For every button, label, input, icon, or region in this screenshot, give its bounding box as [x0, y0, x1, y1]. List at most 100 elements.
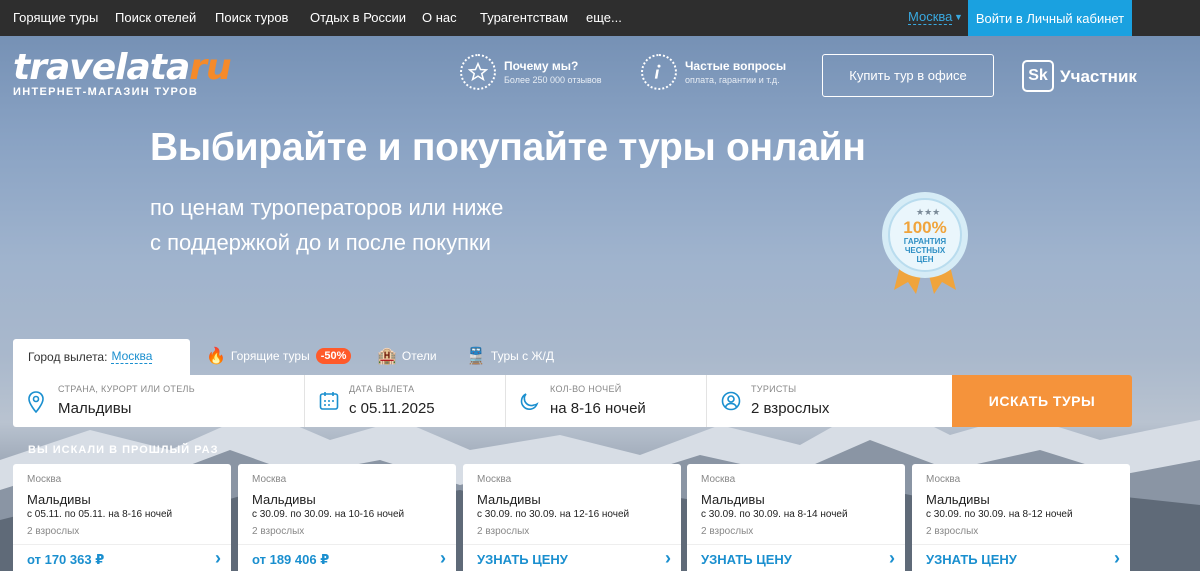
chevron-right-icon[interactable]: ›	[1114, 548, 1120, 569]
departure-date-field[interactable]: ДАТА ВЫЛЕТА с 05.11.2025	[304, 375, 505, 427]
card-divider	[238, 544, 456, 545]
card-price[interactable]: УЗНАТЬ ЦЕНУ	[477, 552, 568, 567]
seal-line-3: ЧЕСТНЫХ	[905, 246, 946, 255]
nav-hotel-search[interactable]: Поиск отелей	[115, 10, 196, 25]
card-tourists: 2 взрослых	[926, 526, 979, 537]
departure-city-value[interactable]: Москва	[111, 350, 153, 364]
svg-text:★★★: ★★★	[916, 208, 940, 218]
card-destination: Мальдивы	[477, 492, 541, 507]
discount-badge: -50%	[315, 348, 352, 364]
hotel-icon: 🏨	[377, 348, 397, 365]
nav-about[interactable]: О нас	[422, 10, 457, 25]
card-destination: Мальдивы	[252, 492, 316, 507]
card-departure-city: Москва	[477, 474, 512, 485]
tourists-label: ТУРИСТЫ	[751, 384, 797, 394]
faq-subtitle: оплата, гарантии и т.д.	[685, 75, 780, 85]
destination-label: СТРАНА, КУРОРТ ИЛИ ОТЕЛЬ	[58, 384, 195, 394]
user-icon	[721, 391, 741, 411]
card-divider	[13, 544, 231, 545]
chevron-right-icon[interactable]: ›	[440, 548, 446, 569]
card-departure-city: Москва	[27, 474, 62, 485]
tab-hot-tours[interactable]: 🔥 Горящие туры -50%	[206, 346, 352, 366]
faq-title: Частые вопросы	[685, 59, 787, 73]
faq-block[interactable]: Частые вопросы оплата, гарантии и т.д.	[641, 54, 786, 90]
moon-icon	[520, 393, 539, 410]
card-price[interactable]: от 170 363 ₽	[27, 552, 104, 568]
recent-searches-heading: ВЫ ИСКАЛИ В ПРОШЛЫЙ РАЗ	[28, 444, 219, 456]
card-destination: Мальдивы	[926, 492, 990, 507]
hero-subtitle-1: по ценам туроператоров или ниже	[150, 195, 504, 220]
tab-hotels[interactable]: 🏨 Отели	[377, 346, 437, 366]
card-dates: с 05.11. по 05.11. на 8-16 ночей	[27, 509, 173, 520]
card-divider	[912, 544, 1130, 545]
tab-rail-tours[interactable]: 🚆 Туры с Ж/Д	[466, 346, 554, 366]
departure-date-value: с 05.11.2025	[349, 400, 435, 417]
card-tourists: 2 взрослых	[27, 526, 80, 537]
chevron-right-icon[interactable]: ›	[665, 548, 671, 569]
nights-value: на 8-16 ночей	[550, 400, 646, 417]
tab-hot-tours-label: Горящие туры	[230, 349, 310, 363]
seal-line-2: ГАРАНТИЯ	[904, 237, 947, 246]
logo-tagline: ИНТЕРНЕТ-МАГАЗИН ТУРОВ	[13, 86, 199, 98]
chevron-right-icon[interactable]: ›	[889, 548, 895, 569]
hero-title: Выбирайте и покупайте туры онлайн	[150, 126, 866, 169]
nav-more[interactable]: еще...	[586, 10, 622, 25]
card-divider	[687, 544, 905, 545]
card-dates: с 30.09. по 30.09. на 8-14 ночей	[701, 509, 848, 520]
nav-agencies[interactable]: Турагентствам	[480, 10, 568, 25]
tourists-field[interactable]: ТУРИСТЫ 2 взрослых	[706, 375, 952, 427]
card-price[interactable]: УЗНАТЬ ЦЕНУ	[701, 552, 792, 567]
card-tourists: 2 взрослых	[701, 526, 754, 537]
fire-icon: 🔥	[206, 348, 226, 365]
recent-search-card[interactable]: Москва Мальдивы с 30.09. по 30.09. на 10…	[238, 464, 456, 571]
why-us-title: Почему мы?	[504, 59, 579, 73]
recent-search-card[interactable]: Москва Мальдивы с 05.11. по 05.11. на 8-…	[13, 464, 231, 571]
login-button[interactable]: Войти в Личный кабинет	[968, 0, 1132, 36]
calendar-icon	[319, 392, 339, 410]
card-departure-city: Москва	[926, 474, 961, 485]
why-us-subtitle: Более 250 000 отзывов	[504, 75, 602, 85]
destination-value: Мальдивы	[58, 400, 132, 417]
search-form: СТРАНА, КУРОРТ ИЛИ ОТЕЛЬ Мальдивы ДАТА В…	[13, 375, 952, 427]
card-dates: с 30.09. по 30.09. на 12-16 ночей	[477, 509, 630, 520]
logo-wordmark: travelataru	[13, 47, 232, 88]
card-price[interactable]: УЗНАТЬ ЦЕНУ	[926, 552, 1017, 567]
price-guarantee-seal: ★★★ 100% ГАРАНТИЯ ЧЕСТНЫХ ЦЕН	[882, 192, 968, 294]
departure-city-label: Город вылета:	[28, 350, 108, 364]
train-icon: 🚆	[466, 348, 486, 365]
card-destination: Мальдивы	[701, 492, 765, 507]
top-nav-bar: Горящие туры Поиск отелей Поиск туров От…	[0, 0, 1200, 36]
why-us-block[interactable]: Почему мы? Более 250 000 отзывов	[460, 54, 602, 90]
tourists-value: 2 взрослых	[751, 400, 830, 417]
seal-line-4: ЦЕН	[917, 255, 934, 264]
departure-city-tab[interactable]: Город вылета: Москва	[13, 339, 190, 375]
nav-hot-tours[interactable]: Горящие туры	[13, 10, 98, 25]
recent-search-card[interactable]: Москва Мальдивы с 30.09. по 30.09. на 12…	[463, 464, 681, 571]
card-tourists: 2 взрослых	[252, 526, 305, 537]
chevron-right-icon[interactable]: ›	[215, 548, 221, 569]
destination-field[interactable]: СТРАНА, КУРОРТ ИЛИ ОТЕЛЬ Мальдивы	[13, 375, 304, 427]
card-price[interactable]: от 189 406 ₽	[252, 552, 329, 568]
recent-search-card[interactable]: Москва Мальдивы с 30.09. по 30.09. на 8-…	[912, 464, 1130, 571]
card-tourists: 2 взрослых	[477, 526, 530, 537]
nav-tour-search[interactable]: Поиск туров	[215, 10, 288, 25]
search-tours-button[interactable]: ИСКАТЬ ТУРЫ	[952, 375, 1132, 427]
recent-search-card[interactable]: Москва Мальдивы с 30.09. по 30.09. на 8-…	[687, 464, 905, 571]
hero-subtitle-2: с поддержкой до и после покупки	[150, 230, 491, 255]
buy-in-office-button[interactable]: Купить тур в офисе	[822, 54, 994, 97]
card-dates: с 30.09. по 30.09. на 10-16 ночей	[252, 509, 405, 520]
skolkovo-label: Участник	[1060, 67, 1137, 86]
seal-line-1: 100%	[903, 218, 946, 237]
nights-label: КОЛ-ВО НОЧЕЙ	[550, 384, 622, 394]
nav-russia[interactable]: Отдых в России	[310, 10, 406, 25]
card-dates: с 30.09. по 30.09. на 8-12 ночей	[926, 509, 1073, 520]
site-logo[interactable]: travelataru ИНТЕРНЕТ-МАГАЗИН ТУРОВ	[13, 47, 232, 99]
card-destination: Мальдивы	[27, 492, 91, 507]
city-selector[interactable]: Москва	[908, 10, 953, 25]
card-departure-city: Москва	[701, 474, 736, 485]
departure-date-label: ДАТА ВЫЛЕТА	[349, 384, 415, 394]
chevron-down-icon[interactable]: ▼	[954, 12, 963, 22]
card-departure-city: Москва	[252, 474, 287, 485]
nights-field[interactable]: КОЛ-ВО НОЧЕЙ на 8-16 ночей	[505, 375, 706, 427]
tab-rail-tours-label: Туры с Ж/Д	[490, 349, 554, 363]
